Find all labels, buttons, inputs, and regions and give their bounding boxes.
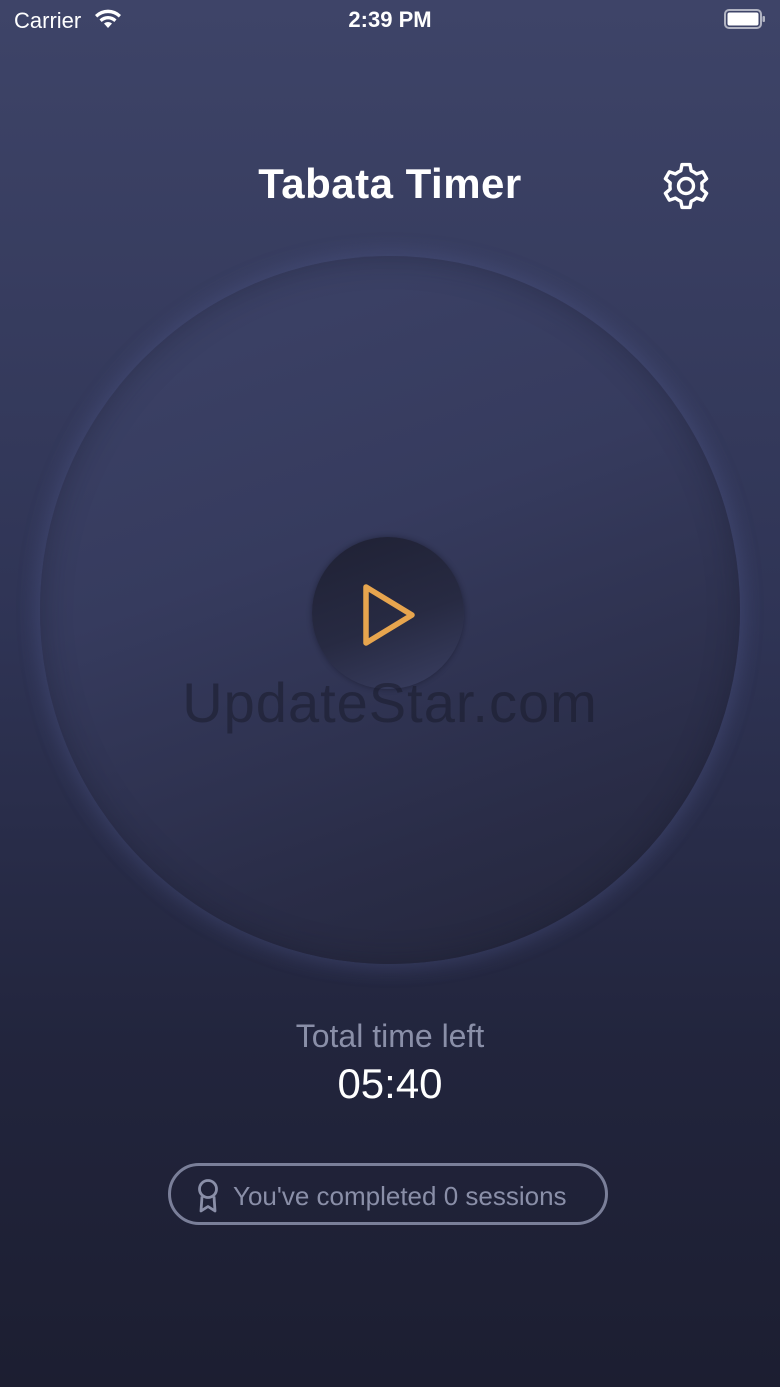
sessions-text: You've completed 0 sessions	[233, 1181, 567, 1211]
total-time-label: Total time left	[295, 1018, 485, 1054]
award-ribbon-icon	[198, 1179, 218, 1213]
watermark-text: UpdateStar.com	[182, 671, 598, 734]
total-time-value: 05:40	[337, 1060, 443, 1107]
play-icon[interactable]	[360, 582, 418, 648]
battery-icon	[724, 9, 765, 29]
sessions-badge: You've completed 0 sessions	[168, 1163, 608, 1225]
status-time: 2:39 PM	[348, 7, 432, 32]
gear-icon[interactable]	[658, 158, 714, 214]
status-bar: Carrier 2:39 PM	[0, 0, 780, 40]
